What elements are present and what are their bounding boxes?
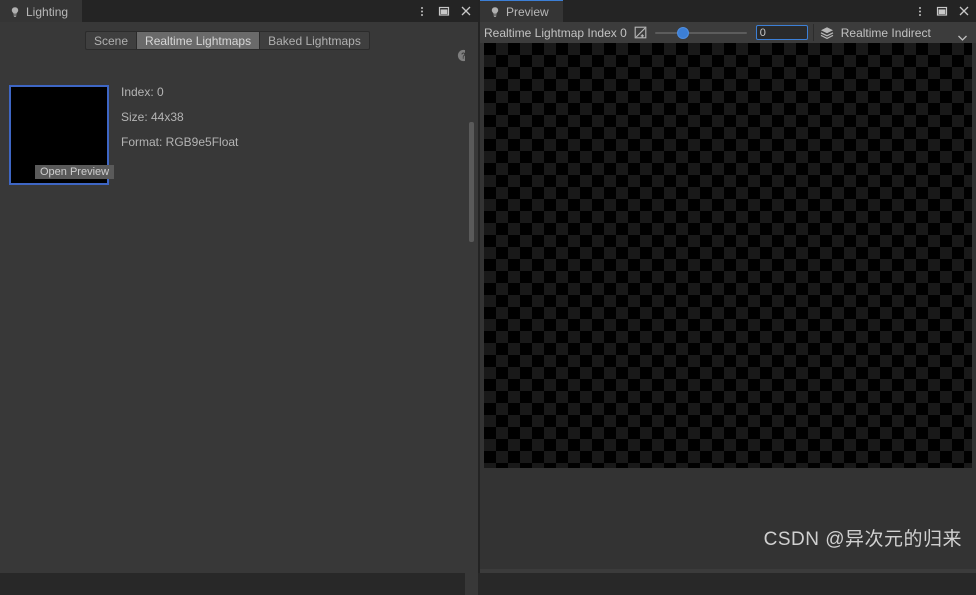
lightmap-thumbnail[interactable]: Open Preview: [9, 85, 115, 185]
mode-button-scene[interactable]: Scene: [85, 31, 137, 50]
exposure-value-input[interactable]: [755, 25, 808, 40]
tab-preview-label: Preview: [506, 4, 549, 19]
preview-panel: Preview Realtime Lightmap Index 0 0 Real…: [480, 0, 976, 573]
more-options-icon[interactable]: [415, 5, 428, 18]
lightmap-index-title: Realtime Lightmap Index 0: [484, 25, 627, 40]
watermark-text: CSDN @异次元的归来: [763, 529, 962, 550]
toolbar-divider: [812, 24, 814, 41]
lightmap-preview-canvas[interactable]: [480, 43, 976, 468]
close-icon[interactable]: [957, 5, 970, 18]
exposure-icon[interactable]: [632, 24, 649, 41]
mode-button-realtime-lightmaps[interactable]: Realtime Lightmaps: [136, 31, 260, 50]
open-preview-button[interactable]: Open Preview: [35, 165, 115, 179]
slider-track: [654, 32, 747, 34]
window-bottom-strip: [480, 569, 976, 573]
lightmap-mode-toolbar: Scene Realtime Lightmaps Baked Lightmaps: [85, 31, 370, 50]
lightbulb-icon: [489, 6, 501, 18]
tab-lighting[interactable]: Lighting: [0, 0, 83, 22]
lightbulb-icon: [9, 6, 21, 18]
dropdown-selected-value: Realtime Indirect: [840, 25, 931, 40]
lighting-window-controls: [415, 0, 472, 22]
preview-window-controls: [913, 0, 970, 22]
lightmap-index-label: Index: 0: [121, 85, 164, 99]
mode-button-baked-lightmaps[interactable]: Baked Lightmaps: [259, 31, 370, 50]
close-icon[interactable]: [459, 5, 472, 18]
exposure-slider[interactable]: [654, 24, 747, 41]
lightmap-size-label: Size: 44x38: [121, 110, 184, 124]
layers-icon[interactable]: [819, 24, 836, 41]
lighting-panel-body: Scene Realtime Lightmaps Baked Lightmaps…: [0, 22, 478, 595]
lighting-tabbar: Lighting: [0, 0, 478, 22]
transparency-checkerboard: [484, 43, 972, 468]
more-options-icon[interactable]: [913, 5, 926, 18]
lightmap-channel-dropdown[interactable]: Realtime Indirect: [836, 22, 976, 43]
lighting-panel: Lighting Scene Realtime Lightmaps Baked …: [0, 0, 478, 595]
maximize-icon[interactable]: [935, 5, 948, 18]
tab-lighting-label: Lighting: [26, 4, 69, 19]
lightmap-info: Index: 0 Size: 44x38 Format: RGB9e5Float: [121, 85, 451, 160]
preview-toolbar: Realtime Lightmap Index 0 0 Realtime Ind…: [480, 22, 976, 43]
slider-thumb[interactable]: [676, 27, 689, 39]
tab-preview[interactable]: Preview: [480, 0, 563, 22]
preview-tabbar: Preview: [480, 0, 976, 22]
unity-editor-window: Lighting Scene Realtime Lightmaps Baked …: [0, 0, 976, 595]
lightmap-card: Open Preview: [9, 85, 115, 185]
lighting-vertical-scrollbar[interactable]: [465, 44, 478, 595]
chevron-down-icon: [958, 30, 967, 44]
lightmap-format-label: Format: RGB9e5Float: [121, 135, 239, 149]
scrollbar-thumb[interactable]: [469, 122, 474, 242]
preview-footer-area: [480, 468, 976, 573]
maximize-icon[interactable]: [437, 5, 450, 18]
